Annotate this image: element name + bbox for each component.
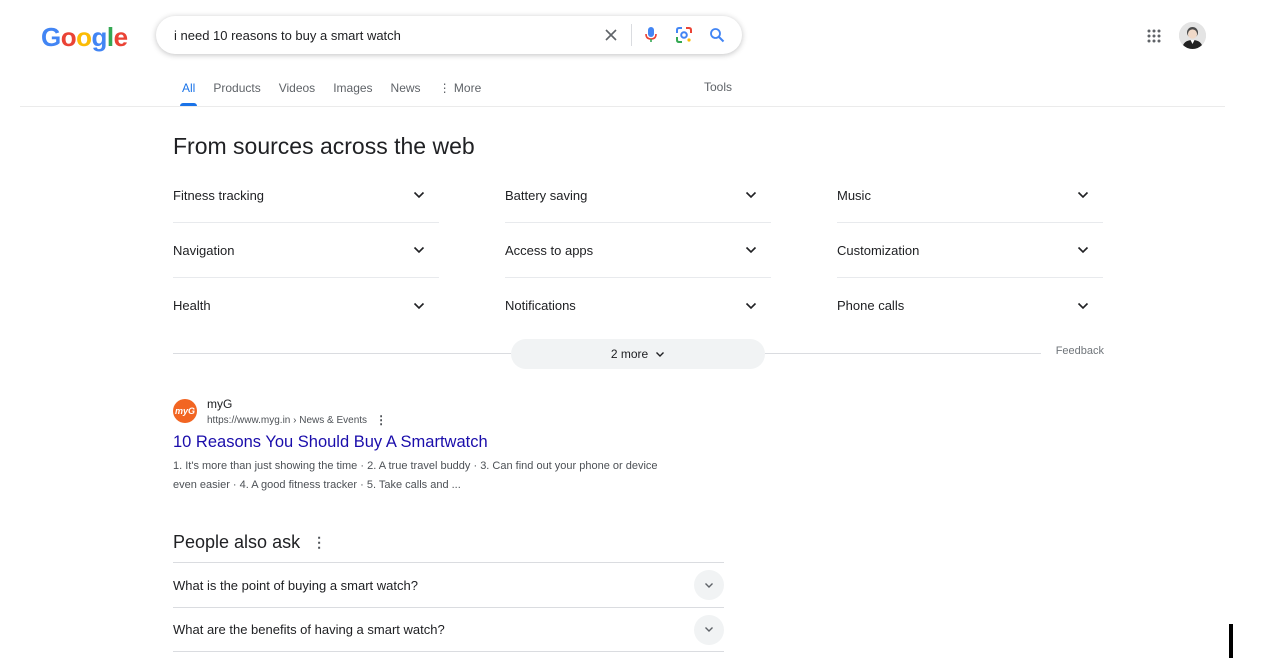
show-more-label: 2 more (610, 347, 649, 361)
search-icon[interactable] (704, 22, 730, 48)
source-item-label: Phone calls (837, 298, 905, 313)
search-divider (631, 24, 632, 46)
result-url-text: https://www.myg.in › News & Events (207, 414, 368, 426)
tab-news[interactable]: News (391, 80, 421, 106)
tab-videos[interactable]: Videos (279, 80, 315, 106)
logo-letter: G (41, 22, 61, 52)
search-tabs: All Products Videos Images News ⋮ More (173, 80, 499, 106)
chevron-down-icon (741, 240, 761, 260)
logo-letter: g (91, 22, 108, 52)
source-item-label: Notifications (505, 298, 576, 313)
source-item-label: Access to apps (505, 242, 594, 258)
result-url[interactable]: https://www.myg.in › News & Events ⋮ (207, 413, 387, 427)
chevron-down-icon (1073, 240, 1093, 260)
chevron-down-icon (1073, 296, 1093, 316)
microphone-icon[interactable] (638, 22, 664, 48)
chevron-down-icon (741, 296, 761, 316)
source-item-label: Music (837, 187, 871, 203)
paa-question-text: What is the point of buying a smart watc… (173, 577, 418, 593)
chevron-down-icon (741, 185, 761, 205)
more-divider-left (173, 353, 511, 354)
more-divider-right (765, 353, 1041, 354)
result-title-link[interactable]: 10 Reasons You Should Buy A Smartwatch (173, 433, 488, 452)
tab-images[interactable]: Images (333, 80, 372, 106)
tools-button[interactable]: Tools (704, 80, 732, 94)
text-cursor (1229, 624, 1233, 658)
apps-grid-icon[interactable] (1146, 28, 1162, 44)
google-logo[interactable]: Google (41, 22, 128, 53)
show-more-button[interactable]: 2 more (511, 339, 765, 369)
chevron-down-icon (409, 185, 429, 205)
source-item-navigation[interactable]: Navigation (173, 223, 439, 278)
source-item-label: Fitness tracking (173, 187, 265, 203)
source-item-label: Customization (837, 242, 920, 258)
source-item-fitness-tracking[interactable]: Fitness tracking (173, 168, 439, 223)
source-item-battery-saving[interactable]: Battery saving (505, 168, 771, 223)
feedback-link[interactable]: Feedback (1056, 345, 1104, 357)
sources-heading: From sources across the web (173, 133, 475, 159)
chevron-down-icon[interactable] (694, 570, 724, 600)
paa-question-text: What are the benefits of having a smart … (173, 622, 445, 637)
logo-letter: o (76, 22, 92, 52)
source-item-music[interactable]: Music (837, 168, 1103, 223)
paa-question[interactable]: What are the benefits of having a smart … (173, 607, 724, 652)
people-also-ask-heading: People also ask ⋮ (173, 532, 326, 553)
paa-question[interactable]: What is the point of buying a smart watc… (173, 562, 724, 607)
result-snippet: 1. It's more than just showing the time … (173, 460, 658, 491)
paa-heading-text: People also ask (173, 532, 301, 552)
site-favicon[interactable]: myG (173, 399, 197, 423)
search-box[interactable]: i need 10 reasons to buy a smart watch (156, 16, 742, 54)
source-item-notifications[interactable]: Notifications (505, 278, 771, 333)
chevron-down-icon (1073, 185, 1093, 205)
chevron-down-icon[interactable] (694, 614, 724, 645)
logo-letter: o (60, 22, 77, 52)
avatar[interactable] (1179, 22, 1206, 49)
more-options-icon[interactable]: ⋮ (312, 534, 326, 551)
more-options-icon[interactable]: ⋮ (375, 413, 387, 427)
search-input[interactable]: i need 10 reasons to buy a smart watch (174, 28, 598, 43)
logo-letter: l (106, 22, 114, 52)
logo-letter: e (113, 22, 128, 52)
close-icon[interactable] (598, 22, 624, 48)
chevron-down-icon (655, 351, 665, 358)
tab-all[interactable]: All (179, 80, 198, 106)
sources-more-row: 2 more Feedback (173, 339, 1104, 369)
source-item-customization[interactable]: Customization (837, 223, 1103, 278)
source-item-phone-calls[interactable]: Phone calls (837, 278, 1103, 333)
result-site-name[interactable]: myG (207, 397, 232, 411)
source-item-access-to-apps[interactable]: Access to apps (505, 223, 771, 278)
source-item-label: Health (173, 298, 211, 313)
source-item-label: Battery saving (505, 187, 588, 203)
chevron-down-icon (409, 296, 429, 316)
source-item-label: Navigation (173, 242, 235, 258)
lens-icon[interactable] (671, 22, 697, 48)
header-divider (20, 106, 1225, 107)
chevron-down-icon (409, 240, 429, 260)
source-item-health[interactable]: Health (173, 278, 439, 333)
tab-more[interactable]: ⋮ More (439, 80, 482, 106)
tab-products[interactable]: Products (213, 80, 260, 106)
